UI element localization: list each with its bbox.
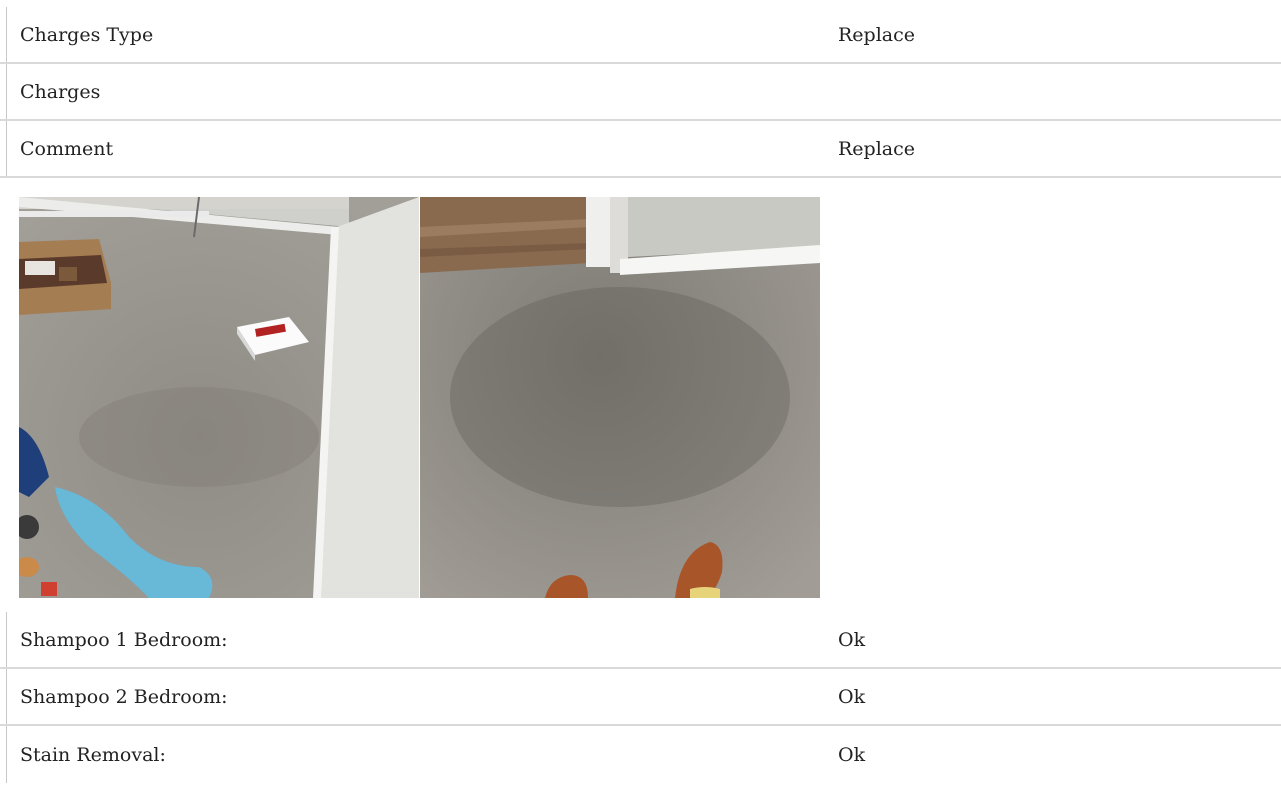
row-value: Replace — [838, 137, 916, 160]
table-row: Stain Removal: Ok — [0, 726, 1281, 783]
row-value: Ok — [838, 628, 866, 651]
carpet-photo-2[interactable] — [420, 197, 820, 598]
row-label: Shampoo 2 Bedroom: — [20, 685, 228, 708]
details-table: Charges Type Replace Charges Comment Rep… — [0, 7, 1281, 178]
row-value: Replace — [838, 23, 916, 46]
row-value: Ok — [838, 685, 866, 708]
services-table: Shampoo 1 Bedroom: Ok Shampoo 2 Bedroom:… — [0, 612, 1281, 783]
row-value: Ok — [838, 743, 866, 766]
table-row: Shampoo 1 Bedroom: Ok — [0, 612, 1281, 669]
row-label: Shampoo 1 Bedroom: — [20, 628, 228, 651]
table-row: Shampoo 2 Bedroom: Ok — [0, 669, 1281, 726]
carpet-photo-1[interactable] — [19, 197, 419, 598]
row-label: Charges Type — [20, 23, 154, 46]
table-row: Charges — [0, 64, 1281, 121]
row-label: Charges — [20, 80, 101, 103]
photo-gallery — [19, 197, 820, 598]
table-row: Comment Replace — [0, 121, 1281, 178]
row-label: Stain Removal: — [20, 743, 166, 766]
row-label: Comment — [20, 137, 114, 160]
table-row: Charges Type Replace — [0, 7, 1281, 64]
